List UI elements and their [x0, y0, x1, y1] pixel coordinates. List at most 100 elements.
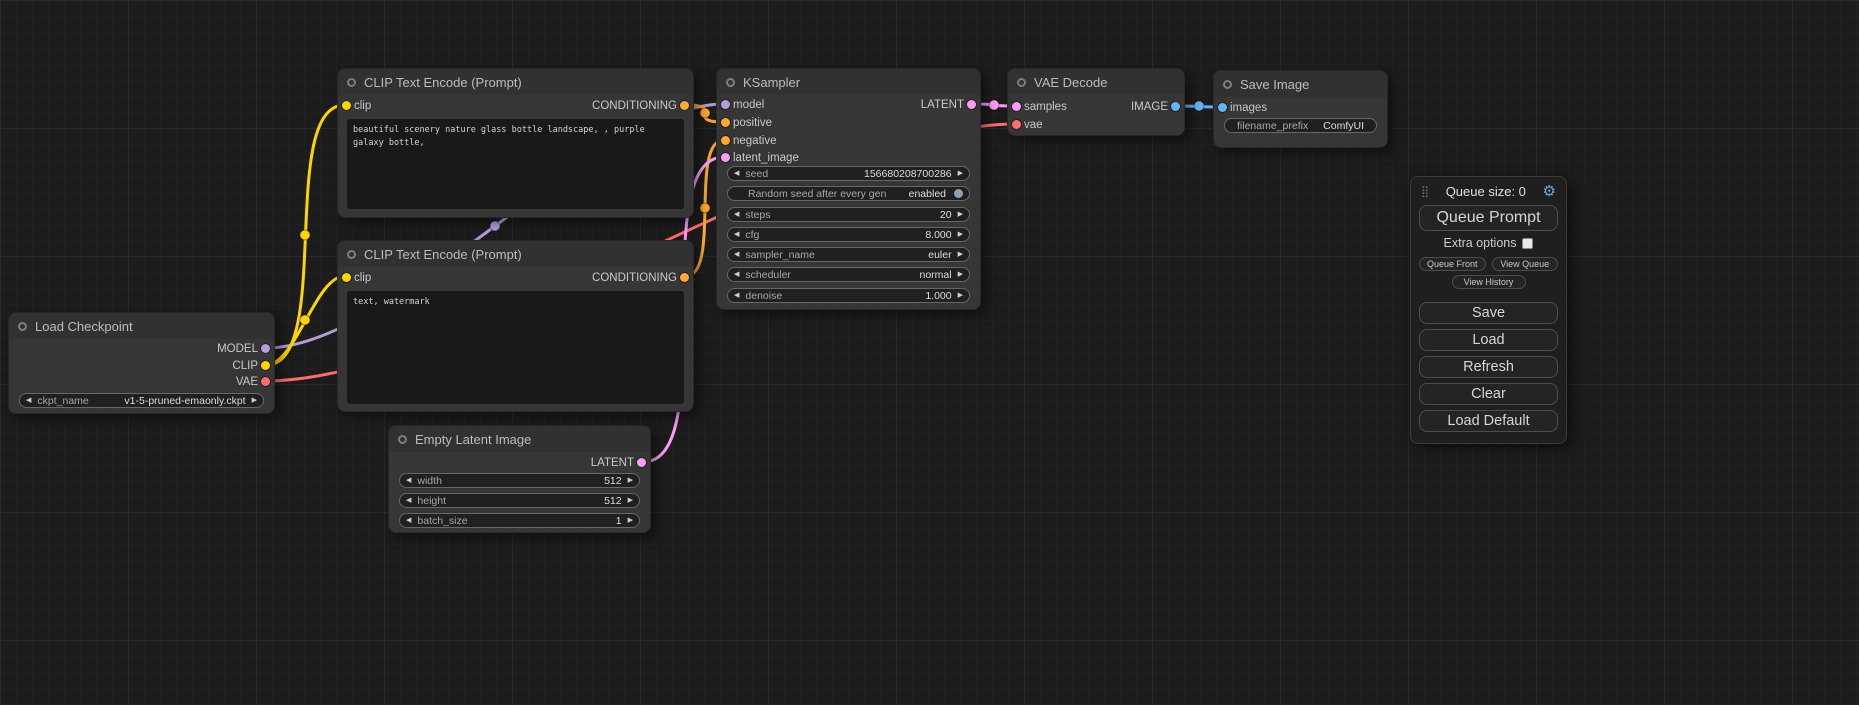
collapse-dot-icon[interactable] [347, 78, 356, 87]
node-titlebar[interactable]: CLIP Text Encode (Prompt) [338, 241, 693, 267]
slot-label-vae: VAE [236, 374, 258, 390]
increment-icon[interactable]: ▶ [958, 247, 963, 262]
node-vae-decode[interactable]: VAE Decode samples vae IMAGE [1007, 68, 1185, 136]
node-empty-latent-image[interactable]: Empty Latent Image LATENT ◀ width 512 ▶ … [388, 425, 651, 533]
decrement-icon[interactable]: ◀ [734, 247, 739, 262]
widget-value: 1 [616, 515, 622, 527]
queue-front-button[interactable]: Queue Front [1419, 257, 1486, 271]
increment-icon[interactable]: ▶ [252, 393, 257, 408]
widget-filename-prefix[interactable]: filename_prefix ComfyUI [1224, 118, 1377, 133]
decrement-icon[interactable]: ◀ [26, 393, 31, 408]
node-titlebar[interactable]: Save Image [1214, 71, 1387, 97]
increment-icon[interactable]: ▶ [958, 267, 963, 282]
slot-label-latent: LATENT [921, 97, 964, 113]
collapse-dot-icon[interactable] [347, 250, 356, 259]
save-button[interactable]: Save [1419, 302, 1558, 324]
widget-denoise[interactable]: ◀ denoise 1.000 ▶ [727, 288, 970, 303]
view-queue-button[interactable]: View Queue [1492, 257, 1559, 271]
port-model-output[interactable] [261, 344, 270, 353]
increment-icon[interactable]: ▶ [628, 513, 633, 528]
port-images-input[interactable] [1218, 103, 1227, 112]
decrement-icon[interactable]: ◀ [734, 227, 739, 242]
widget-scheduler[interactable]: ◀ scheduler normal ▶ [727, 267, 970, 282]
port-conditioning-output[interactable] [680, 273, 689, 282]
port-clip-input[interactable] [342, 101, 351, 110]
decrement-icon[interactable]: ◀ [734, 166, 739, 181]
node-titlebar[interactable]: VAE Decode [1008, 69, 1184, 95]
port-clip-output[interactable] [261, 361, 270, 370]
node-title: CLIP Text Encode (Prompt) [364, 247, 522, 262]
widget-sampler-name[interactable]: ◀ sampler_name euler ▶ [727, 247, 970, 262]
port-model-input[interactable] [721, 100, 730, 109]
refresh-button[interactable]: Refresh [1419, 356, 1558, 378]
node-save-image[interactable]: Save Image images filename_prefix ComfyU… [1213, 70, 1388, 148]
prompt-textarea[interactable]: text, watermark [347, 291, 684, 404]
node-title: Save Image [1240, 77, 1309, 92]
increment-icon[interactable]: ▶ [958, 166, 963, 181]
widget-value: ComfyUI [1323, 120, 1364, 132]
port-latent-output[interactable] [637, 458, 646, 467]
collapse-dot-icon[interactable] [726, 78, 735, 87]
decrement-icon[interactable]: ◀ [406, 473, 411, 488]
port-clip-input[interactable] [342, 273, 351, 282]
widget-value: euler [928, 249, 951, 261]
widget-seed[interactable]: ◀ seed 156680208700286 ▶ [727, 166, 970, 181]
port-positive-input[interactable] [721, 118, 730, 127]
increment-icon[interactable]: ▶ [628, 473, 633, 488]
port-latent-image-input[interactable] [721, 153, 730, 162]
node-titlebar[interactable]: CLIP Text Encode (Prompt) [338, 69, 693, 95]
extra-options-checkbox[interactable] [1522, 238, 1533, 249]
drag-handle-icon[interactable]: ⣿ [1421, 185, 1429, 198]
graph-canvas[interactable]: Load Checkpoint MODEL CLIP VAE ◀ ckpt_na… [0, 0, 1859, 705]
settings-gear-icon[interactable]: ⚙ [1543, 184, 1556, 199]
widget-height[interactable]: ◀ height 512 ▶ [399, 493, 640, 508]
widget-steps[interactable]: ◀ steps 20 ▶ [727, 207, 970, 222]
increment-icon[interactable]: ▶ [958, 288, 963, 303]
queue-prompt-button[interactable]: Queue Prompt [1419, 205, 1558, 231]
widget-label: width [417, 475, 442, 487]
view-history-button[interactable]: View History [1452, 275, 1526, 289]
widget-batch-size[interactable]: ◀ batch_size 1 ▶ [399, 513, 640, 528]
slot-label-clip: clip [354, 270, 371, 286]
port-image-output[interactable] [1171, 102, 1180, 111]
load-default-button[interactable]: Load Default [1419, 410, 1558, 432]
port-conditioning-output[interactable] [680, 101, 689, 110]
slot-label-vae: vae [1024, 117, 1043, 133]
widget-ckpt-name[interactable]: ◀ ckpt_name v1-5-pruned-emaonly.ckpt ▶ [19, 393, 264, 408]
collapse-dot-icon[interactable] [18, 322, 27, 331]
collapse-dot-icon[interactable] [1223, 80, 1232, 89]
widget-label: height [417, 495, 446, 507]
collapse-dot-icon[interactable] [398, 435, 407, 444]
increment-icon[interactable]: ▶ [628, 493, 633, 508]
node-clip-text-encode-negative[interactable]: CLIP Text Encode (Prompt) clip CONDITION… [337, 240, 694, 412]
decrement-icon[interactable]: ◀ [734, 267, 739, 282]
node-load-checkpoint[interactable]: Load Checkpoint MODEL CLIP VAE ◀ ckpt_na… [8, 312, 275, 414]
node-titlebar[interactable]: Load Checkpoint [9, 313, 274, 339]
node-ksampler[interactable]: KSampler model positive negative latent_… [716, 68, 981, 310]
prompt-textarea[interactable]: beautiful scenery nature glass bottle la… [347, 119, 684, 209]
node-titlebar[interactable]: KSampler [717, 69, 980, 95]
decrement-icon[interactable]: ◀ [734, 288, 739, 303]
decrement-icon[interactable]: ◀ [406, 493, 411, 508]
clear-button[interactable]: Clear [1419, 383, 1558, 405]
load-button[interactable]: Load [1419, 329, 1558, 351]
port-negative-input[interactable] [721, 136, 730, 145]
increment-icon[interactable]: ▶ [958, 227, 963, 242]
collapse-dot-icon[interactable] [1017, 78, 1026, 87]
decrement-icon[interactable]: ◀ [734, 207, 739, 222]
decrement-icon[interactable]: ◀ [406, 513, 411, 528]
node-clip-text-encode-positive[interactable]: CLIP Text Encode (Prompt) clip CONDITION… [337, 68, 694, 218]
widget-cfg[interactable]: ◀ cfg 8.000 ▶ [727, 227, 970, 242]
widget-random-seed-toggle[interactable]: Random seed after every gen enabled [727, 186, 970, 201]
port-vae-input[interactable] [1012, 120, 1021, 129]
slot-label-latent-image: latent_image [733, 150, 799, 166]
port-samples-input[interactable] [1012, 102, 1021, 111]
widget-label: cfg [745, 229, 759, 241]
toggle-knob-icon[interactable] [954, 189, 963, 198]
increment-icon[interactable]: ▶ [958, 207, 963, 222]
port-latent-output[interactable] [967, 100, 976, 109]
port-vae-output[interactable] [261, 377, 270, 386]
link-midpoint-dot [300, 315, 310, 325]
node-titlebar[interactable]: Empty Latent Image [389, 426, 650, 452]
widget-width[interactable]: ◀ width 512 ▶ [399, 473, 640, 488]
